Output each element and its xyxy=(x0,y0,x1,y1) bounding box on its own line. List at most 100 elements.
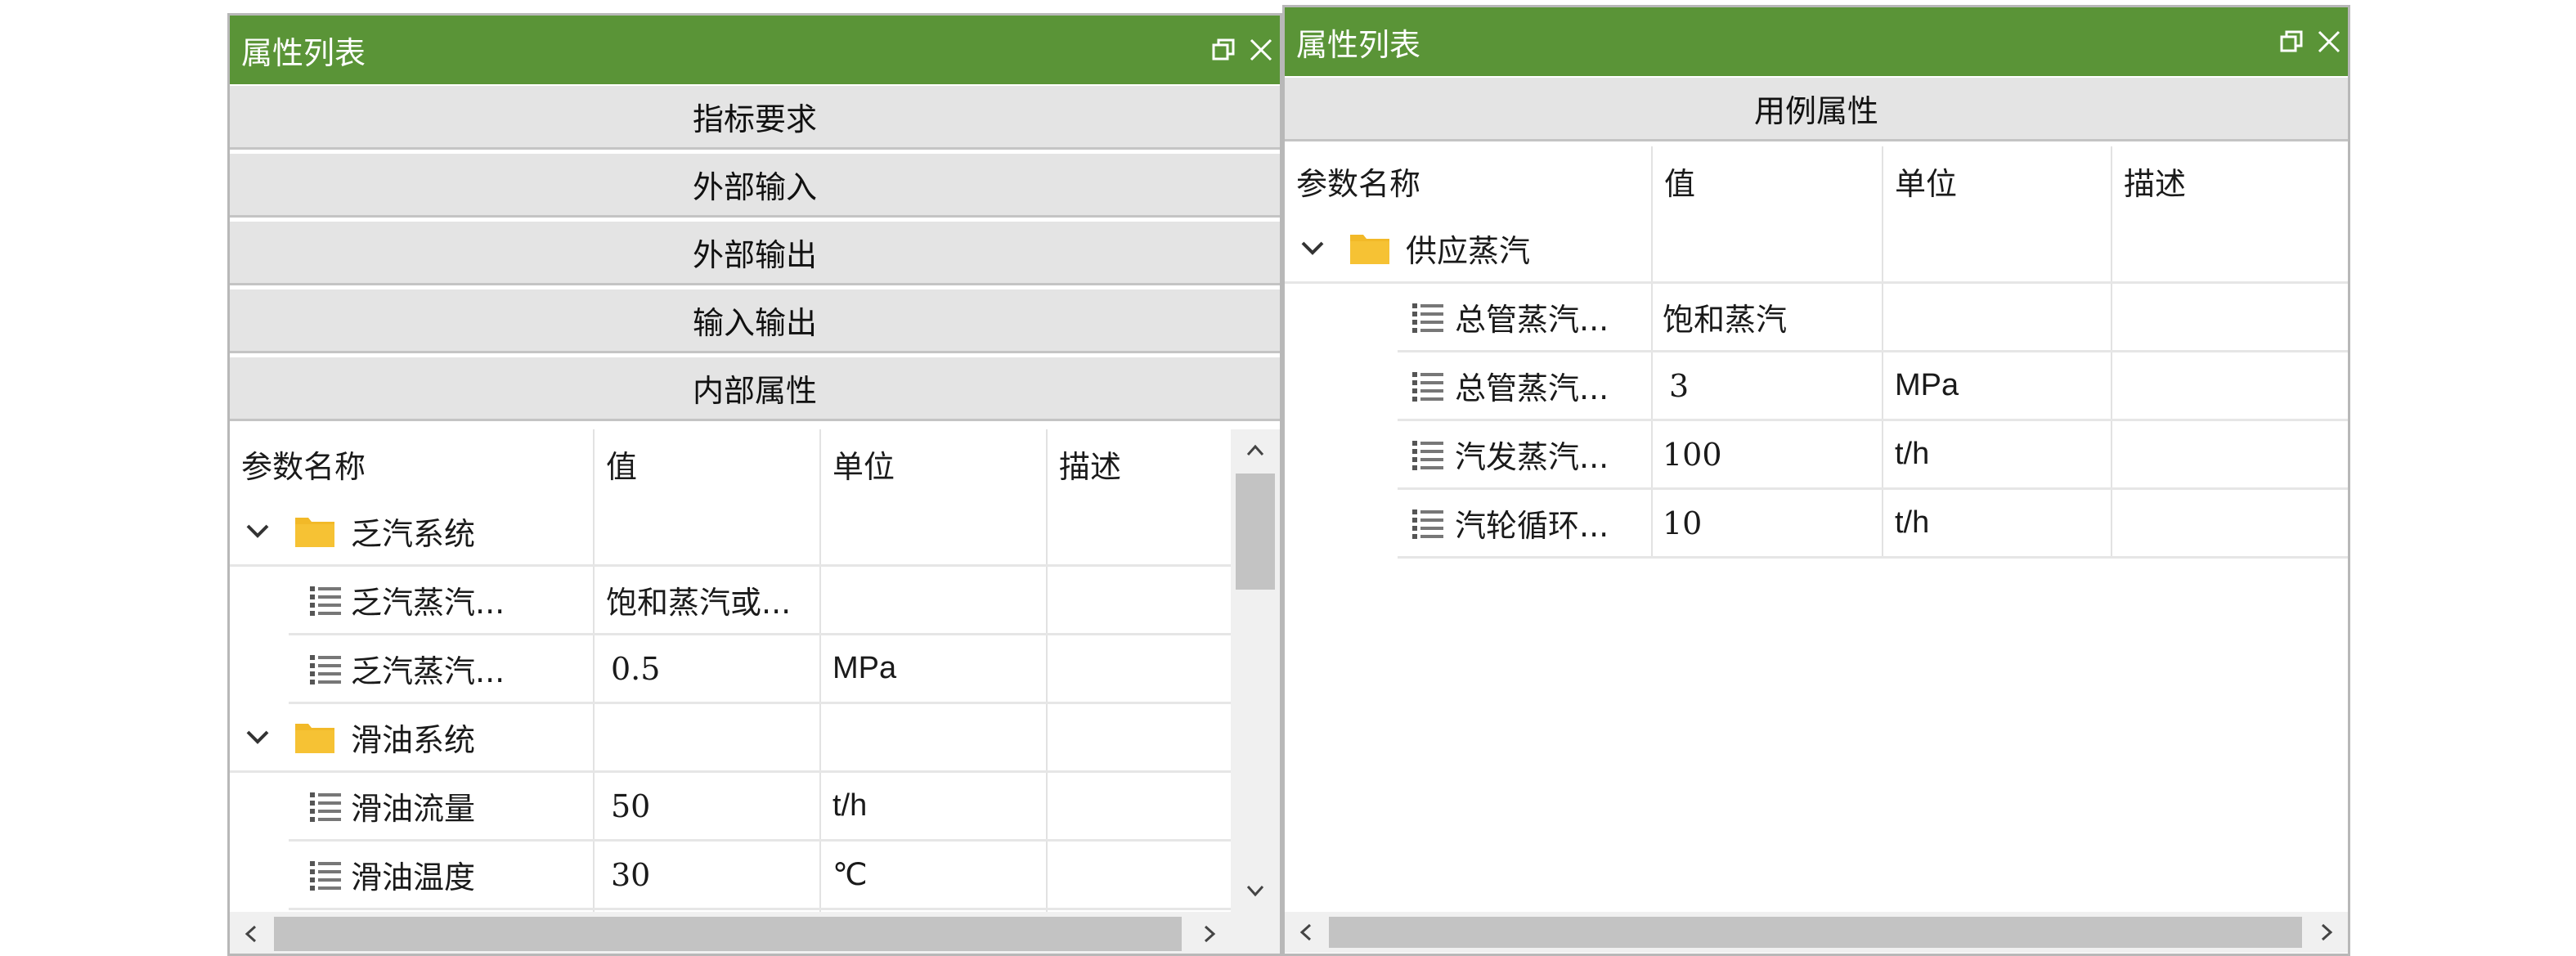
right-title-bar: 属性列表 xyxy=(1285,7,2348,76)
param-description[interactable] xyxy=(1048,567,1231,633)
scroll-right-icon[interactable] xyxy=(2312,918,2341,947)
left-property-grid: 参数名称 值 单位 描述 乏汽系统 乏汽蒸汽... 饱和蒸汽或... 乏汽蒸汽.… xyxy=(230,429,1231,912)
param-value[interactable]: 50 xyxy=(595,773,819,839)
close-icon[interactable] xyxy=(2315,28,2343,56)
param-name: 汽轮循环... xyxy=(1455,508,1609,544)
vertical-scrollbar[interactable] xyxy=(1231,429,1280,912)
vertical-scroll-thumb[interactable] xyxy=(1236,474,1275,590)
scroll-down-icon[interactable] xyxy=(1241,876,1270,905)
param-name: 乏汽蒸汽... xyxy=(351,585,505,621)
horizontal-scrollbar[interactable] xyxy=(230,912,1280,954)
column-header-unit[interactable]: 单位 xyxy=(821,429,1046,498)
param-name: 汽发蒸汽... xyxy=(1455,439,1609,475)
param-unit: t/h xyxy=(832,788,868,823)
param-name: 总管蒸汽... xyxy=(1455,302,1609,338)
param-name: 滑油温度 xyxy=(351,860,476,895)
table-row[interactable]: 总管蒸汽... 3 MPa xyxy=(1398,352,2348,421)
param-name: 滑油流量 xyxy=(351,791,476,827)
param-value[interactable]: 0.5 xyxy=(595,635,819,702)
param-name: 乏汽蒸汽... xyxy=(351,653,505,689)
chevron-down-icon[interactable] xyxy=(241,514,274,547)
close-icon[interactable] xyxy=(1247,36,1275,64)
scroll-left-icon[interactable] xyxy=(236,919,266,949)
section-button-external-output[interactable]: 外部输出 xyxy=(230,220,1280,285)
chevron-down-icon[interactable] xyxy=(241,720,274,753)
column-header-param-name[interactable]: 参数名称 xyxy=(1285,146,1651,215)
param-value[interactable]: 饱和蒸汽或... xyxy=(595,567,819,633)
param-unit: MPa xyxy=(1895,368,1959,402)
param-description[interactable] xyxy=(2112,490,2348,556)
right-panel-title: 属性列表 xyxy=(1296,26,1421,63)
column-header-value[interactable]: 值 xyxy=(595,429,819,498)
group-name: 滑油系统 xyxy=(351,722,476,758)
param-description[interactable] xyxy=(1048,773,1231,839)
table-row[interactable]: 滑油温度 30 ℃ xyxy=(289,842,1231,910)
horizontal-scroll-thumb[interactable] xyxy=(274,917,1182,951)
chevron-down-icon[interactable] xyxy=(1296,231,1329,264)
param-unit: ℃ xyxy=(832,858,868,892)
list-icon xyxy=(308,583,343,617)
table-row[interactable]: 汽轮循环... 10 t/h xyxy=(1398,490,2348,559)
param-unit xyxy=(821,567,1046,633)
table-row[interactable]: 乏汽蒸汽... 饱和蒸汽或... xyxy=(289,567,1231,635)
horizontal-scrollbar[interactable] xyxy=(1285,912,2348,953)
scroll-up-icon[interactable] xyxy=(1241,436,1270,465)
param-description[interactable] xyxy=(2112,421,2348,487)
column-header-param-name[interactable]: 参数名称 xyxy=(230,429,593,498)
section-button-use-case-properties[interactable]: 用例属性 xyxy=(1285,76,2348,141)
list-icon xyxy=(308,789,343,824)
folder-icon xyxy=(294,513,336,549)
param-value[interactable]: 饱和蒸汽 xyxy=(1653,284,1882,350)
param-description[interactable] xyxy=(2112,284,2348,350)
param-value[interactable]: 100 xyxy=(1653,421,1882,487)
list-icon xyxy=(1411,300,1445,334)
param-description[interactable] xyxy=(1048,842,1231,908)
folder-icon xyxy=(1349,230,1391,266)
column-header-unit[interactable]: 单位 xyxy=(1883,146,2111,215)
table-row[interactable]: 滑油流量 50 t/h xyxy=(289,773,1231,842)
param-description[interactable] xyxy=(2112,352,2348,419)
param-description[interactable] xyxy=(1048,635,1231,702)
param-name: 总管蒸汽... xyxy=(1455,370,1609,406)
tree-group-row[interactable]: 供应蒸汽 xyxy=(1285,215,2348,284)
param-unit: MPa xyxy=(832,651,897,685)
list-icon xyxy=(308,858,343,892)
section-button-external-input[interactable]: 外部输入 xyxy=(230,152,1280,218)
column-header-description[interactable]: 描述 xyxy=(1048,429,1231,498)
grid-header: 参数名称 值 单位 描述 xyxy=(1285,146,2348,215)
section-button-indicator-requirements[interactable]: 指标要求 xyxy=(230,84,1280,150)
param-unit: t/h xyxy=(1895,505,1930,540)
scroll-left-icon[interactable] xyxy=(1291,918,1321,947)
param-value[interactable]: 3 xyxy=(1653,352,1882,419)
column-header-value[interactable]: 值 xyxy=(1653,146,1882,215)
right-property-panel: 属性列表 用例属性 参数名称 值 单位 描述 供应蒸汽 总管蒸汽... 饱和蒸汽… xyxy=(1282,5,2350,956)
param-value[interactable]: 30 xyxy=(595,842,819,908)
right-property-grid: 参数名称 值 单位 描述 供应蒸汽 总管蒸汽... 饱和蒸汽 总管蒸汽... 3… xyxy=(1285,146,2348,907)
list-icon xyxy=(1411,369,1445,403)
grid-header: 参数名称 值 单位 描述 xyxy=(230,429,1231,498)
tree-group-row[interactable]: 乏汽系统 xyxy=(230,498,1231,567)
restore-window-icon[interactable] xyxy=(2278,28,2305,56)
column-header-description[interactable]: 描述 xyxy=(2112,146,2348,215)
param-value[interactable]: 10 xyxy=(1653,490,1882,556)
table-row[interactable]: 乏汽蒸汽... 0.5 MPa xyxy=(289,635,1231,704)
left-panel-title: 属性列表 xyxy=(241,34,366,71)
param-unit xyxy=(1883,284,2111,350)
restore-window-icon[interactable] xyxy=(1209,36,1237,64)
list-icon xyxy=(1411,506,1445,541)
folder-icon xyxy=(294,719,336,755)
list-icon xyxy=(1411,438,1445,472)
param-unit: t/h xyxy=(1895,437,1930,471)
horizontal-scroll-thumb[interactable] xyxy=(1329,917,2302,948)
scroll-right-icon[interactable] xyxy=(1195,919,1224,949)
list-icon xyxy=(308,652,343,686)
section-button-input-output[interactable]: 输入输出 xyxy=(230,288,1280,353)
group-name: 乏汽系统 xyxy=(351,516,476,552)
table-row[interactable]: 总管蒸汽... 饱和蒸汽 xyxy=(1398,284,2348,352)
group-name: 供应蒸汽 xyxy=(1406,233,1531,269)
table-row[interactable]: 汽发蒸汽... 100 t/h xyxy=(1398,421,2348,490)
left-property-panel: 属性列表 指标要求 外部输入 外部输出 输入输出 内部属性 参数名称 值 单位 … xyxy=(227,13,1282,956)
tree-group-row[interactable]: 滑油系统 xyxy=(230,704,1231,773)
left-title-bar: 属性列表 xyxy=(230,16,1280,84)
section-button-internal-properties[interactable]: 内部属性 xyxy=(230,356,1280,421)
